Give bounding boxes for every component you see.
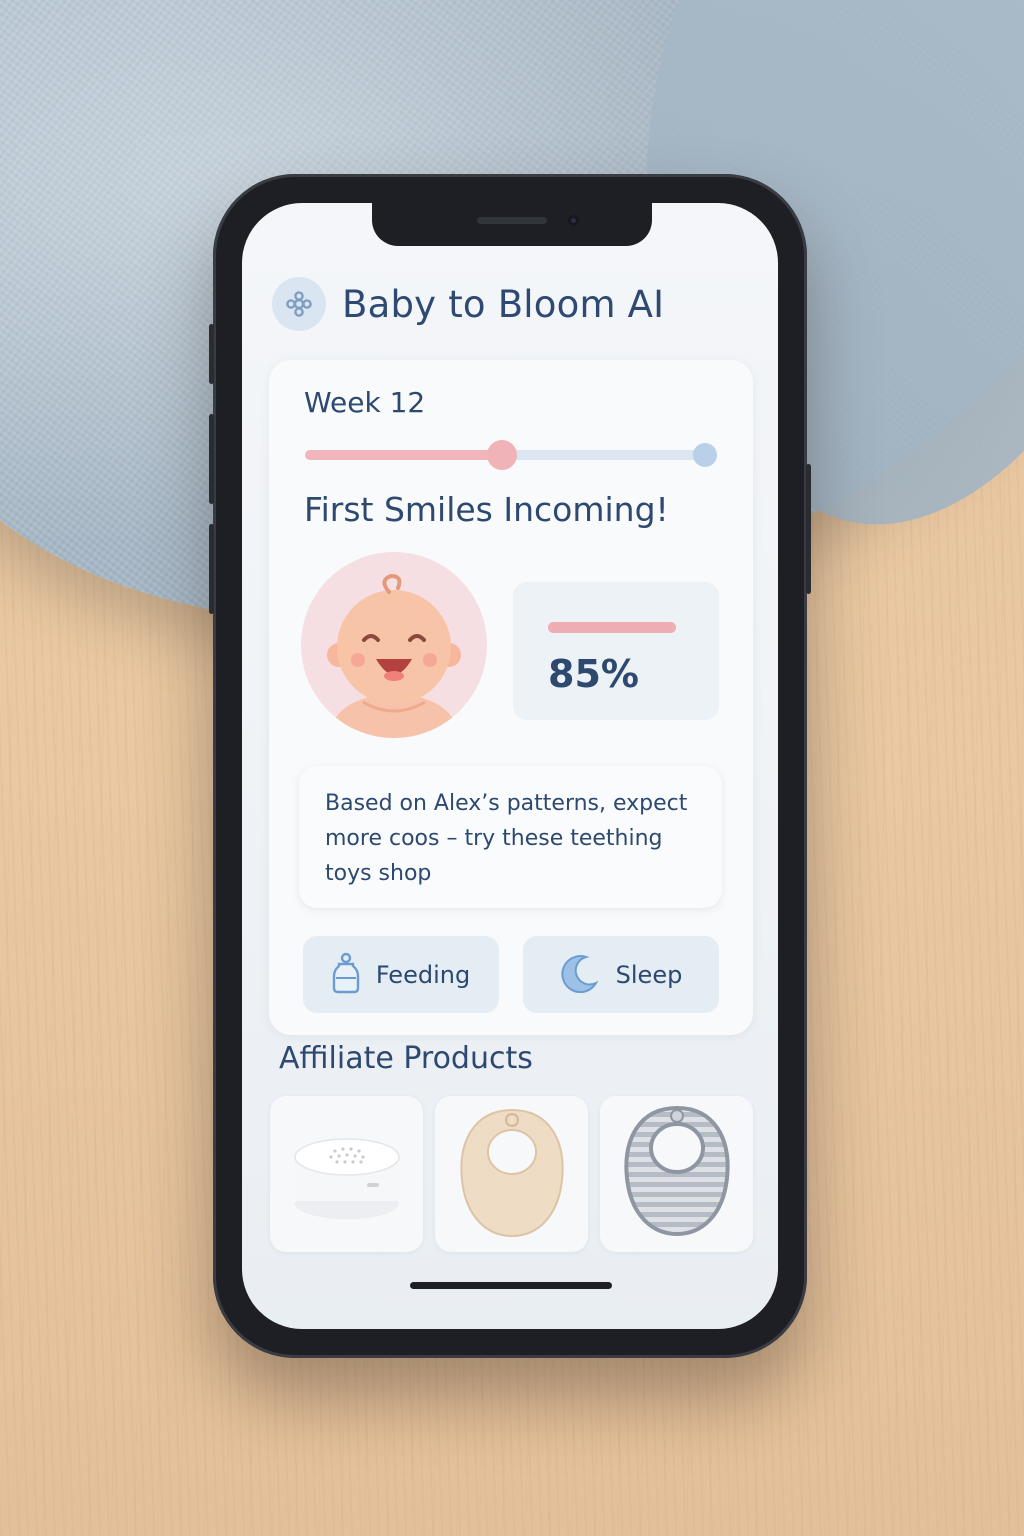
affiliate-products-title: Affiliate Products [279, 1041, 533, 1076]
slider-end-dot [693, 443, 717, 467]
milestone-progress-box: 85% [513, 582, 719, 720]
product-card-beige-bib[interactable] [435, 1096, 588, 1252]
phone-screen: Baby to Bloom AI Week 12 First Smiles In… [242, 203, 778, 1329]
progress-percent: 85% [548, 652, 639, 696]
feeding-button[interactable]: Feeding [303, 936, 499, 1013]
phone-frame: Baby to Bloom AI Week 12 First Smiles In… [209, 174, 811, 1358]
progress-bar [548, 622, 676, 633]
beige-bib-icon [452, 1102, 572, 1246]
volume-up-button [209, 414, 214, 504]
crescent-moon-icon [560, 953, 600, 997]
striped-bib-icon [617, 1102, 737, 1246]
notch [372, 203, 652, 246]
speaker-grille [477, 217, 547, 224]
app-header: Baby to Bloom AI [272, 277, 664, 331]
sleep-button[interactable]: Sleep [523, 936, 719, 1013]
home-indicator[interactable] [410, 1282, 612, 1289]
week-card: Week 12 First Smiles Incoming! 85% Based… [269, 360, 753, 1035]
white-noise-machine-icon [287, 1117, 407, 1231]
front-camera [568, 215, 579, 226]
milestone-title: First Smiles Incoming! [304, 490, 669, 529]
sleep-label: Sleep [615, 960, 683, 989]
feeding-label: Feeding [375, 960, 471, 989]
baby-bottle-icon [332, 952, 360, 998]
product-card-white-noise-machine[interactable] [270, 1096, 423, 1252]
smiling-baby-icon [301, 552, 487, 738]
volume-down-button [209, 524, 214, 614]
flower-logo-icon[interactable] [272, 277, 326, 331]
product-card-striped-bib[interactable] [600, 1096, 753, 1252]
app-title: Baby to Bloom AI [342, 282, 665, 326]
power-button [806, 464, 811, 594]
insight-text: Based on Alex’s patterns, expect more co… [325, 791, 688, 886]
slider-fill [305, 450, 502, 460]
week-timeline-slider[interactable] [305, 440, 717, 470]
week-label: Week 12 [304, 386, 426, 419]
ai-insight-card[interactable]: Based on Alex’s patterns, expect more co… [299, 766, 722, 908]
slider-thumb[interactable] [486, 440, 517, 470]
mute-switch [209, 324, 214, 384]
